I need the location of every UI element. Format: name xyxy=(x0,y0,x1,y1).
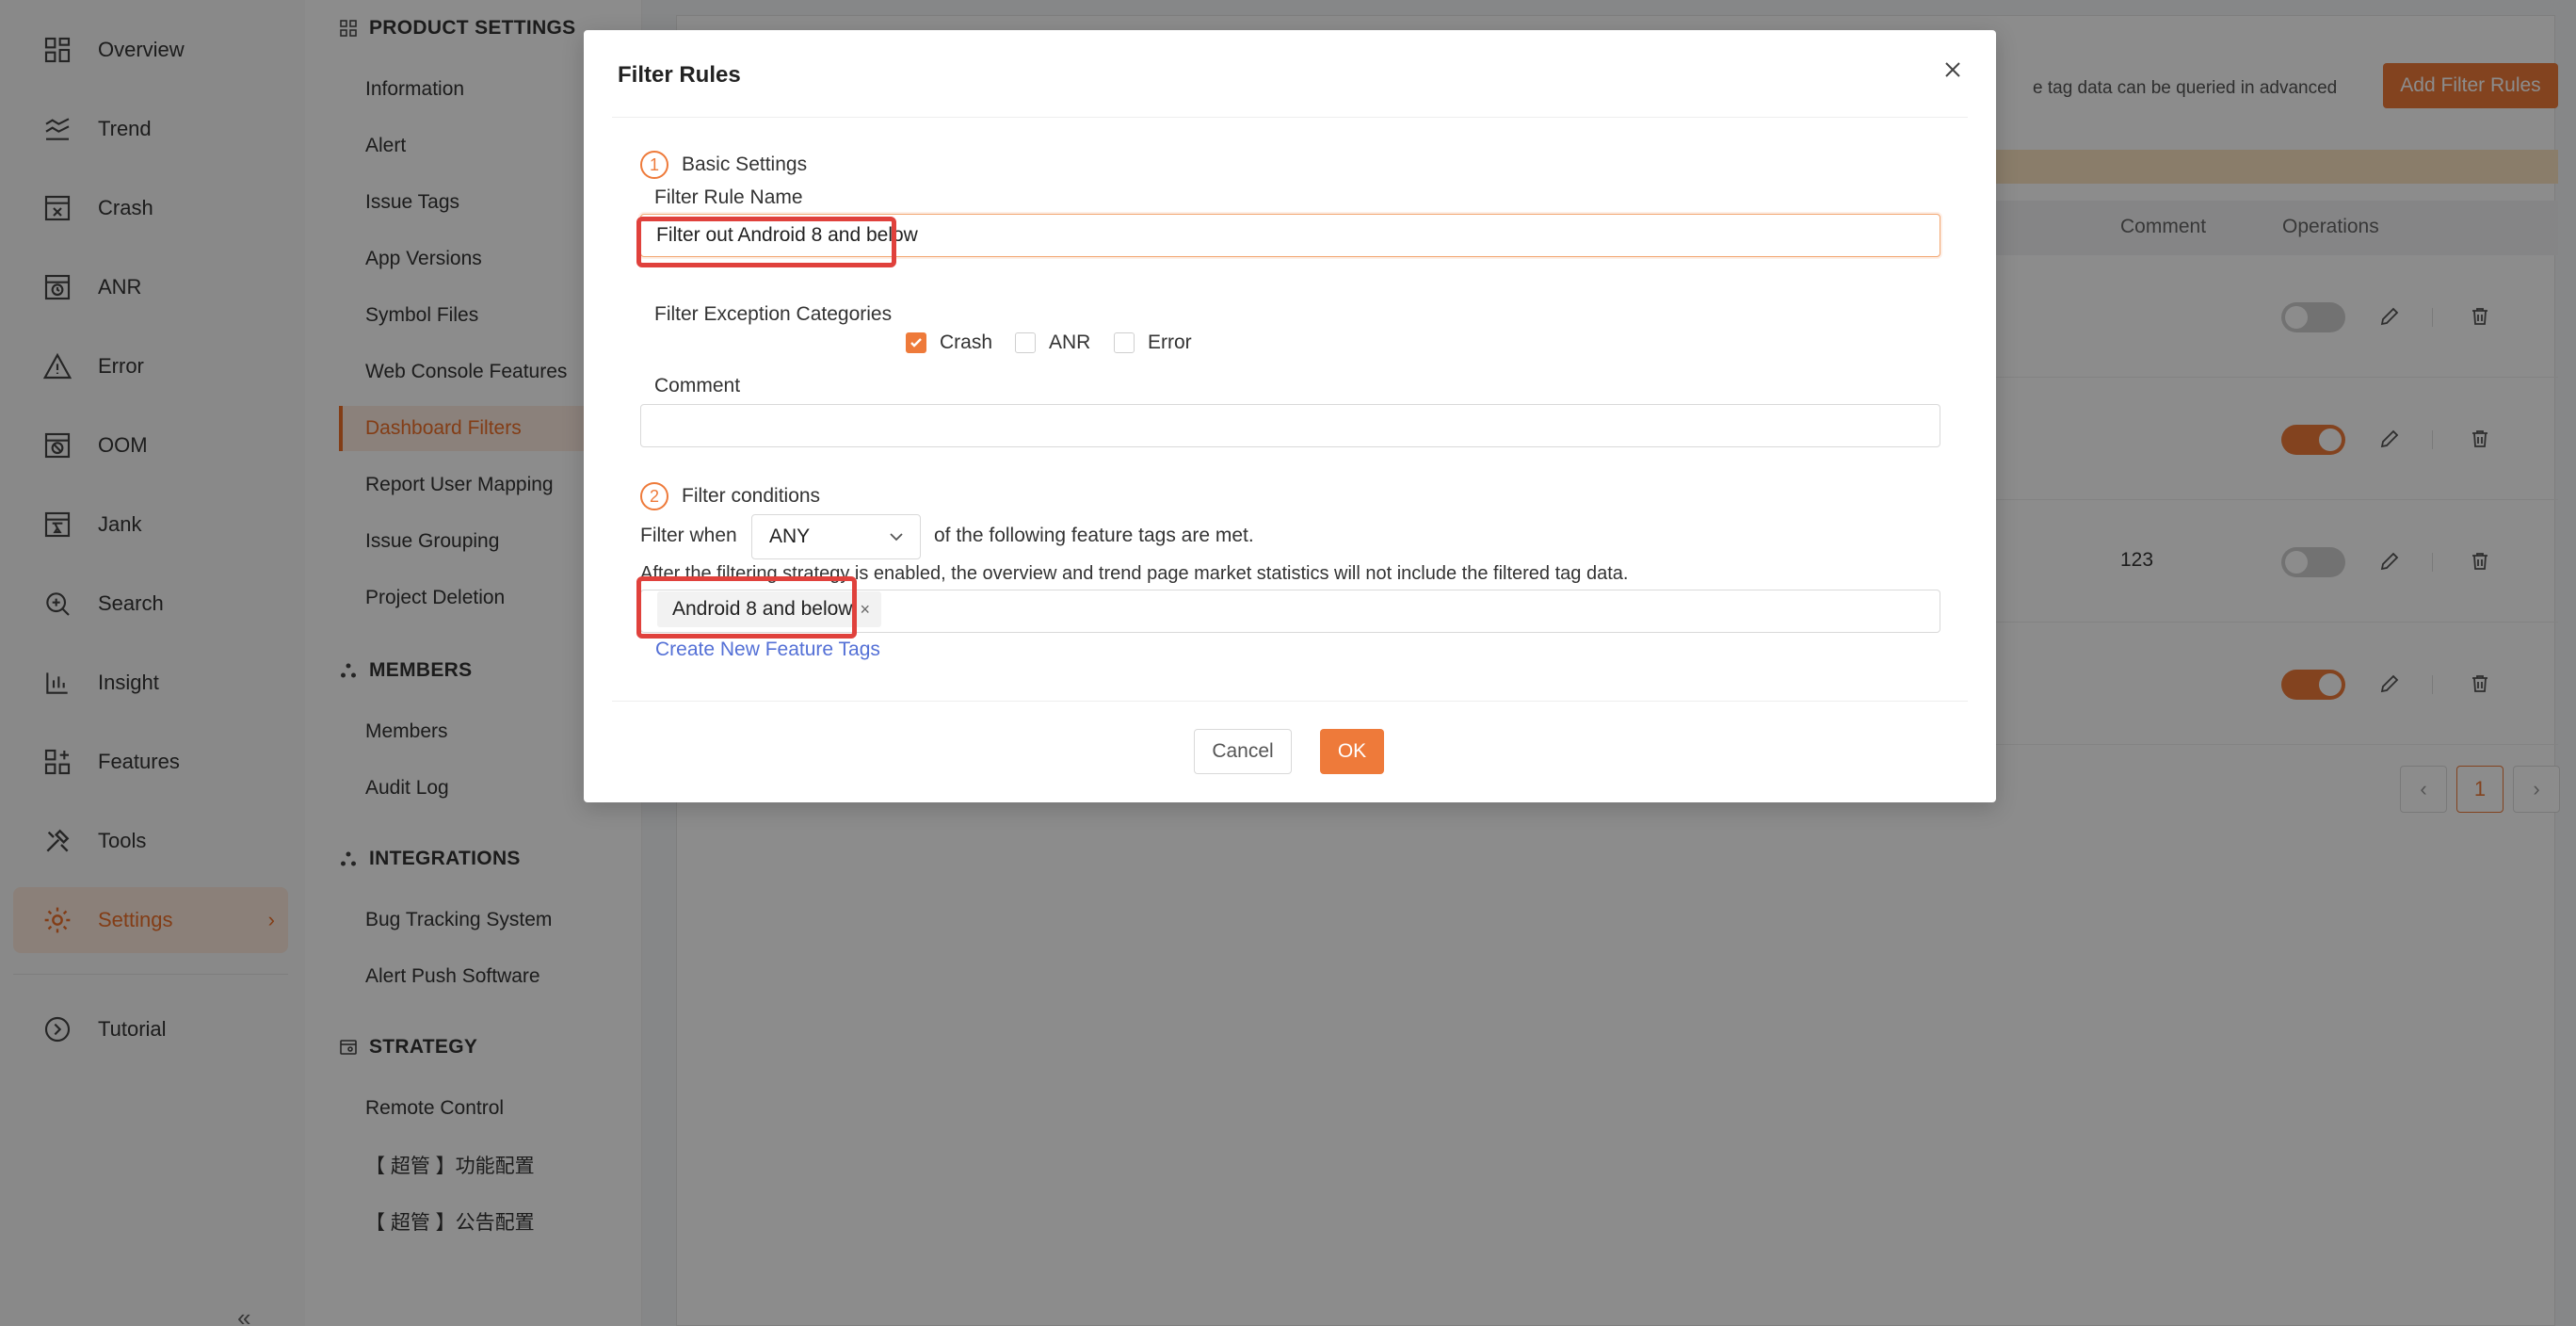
step-filter-conditions: 2 Filter conditions xyxy=(640,482,820,510)
categories-label: Filter Exception Categories xyxy=(654,303,893,325)
checkbox-error[interactable]: Error xyxy=(1114,332,1192,354)
cancel-button[interactable]: Cancel xyxy=(1194,729,1292,774)
step-number: 1 xyxy=(640,151,668,179)
select-value: ANY xyxy=(769,526,811,547)
step-basic-settings: 1 Basic Settings xyxy=(640,151,807,179)
checkbox-checked-icon[interactable] xyxy=(906,332,926,353)
comment-label: Comment xyxy=(654,375,741,396)
checkbox-label: Crash xyxy=(940,332,993,353)
ok-button[interactable]: OK xyxy=(1320,729,1384,774)
checkbox-label: Error xyxy=(1148,332,1192,353)
checkbox-crash[interactable]: Crash xyxy=(906,332,992,354)
highlight-box xyxy=(636,576,857,639)
rule-name-label: Filter Rule Name xyxy=(654,186,803,208)
filter-when-label: Filter when xyxy=(640,525,737,546)
create-feature-tags-link[interactable]: Create New Feature Tags xyxy=(655,639,880,661)
filter-when-suffix: of the following feature tags are met. xyxy=(934,525,1254,546)
checkbox-box[interactable] xyxy=(1114,332,1135,353)
comment-input[interactable] xyxy=(640,404,1940,447)
modal-divider xyxy=(612,117,1968,118)
close-icon[interactable] xyxy=(1934,51,1972,89)
chevron-down-icon xyxy=(888,528,905,545)
step-title: Filter conditions xyxy=(682,485,821,507)
highlight-box xyxy=(636,217,896,267)
step-number: 2 xyxy=(640,482,668,510)
modal-title: Filter Rules xyxy=(618,62,741,88)
checkbox-box[interactable] xyxy=(1015,332,1036,353)
step-title: Basic Settings xyxy=(682,154,808,175)
checkbox-anr[interactable]: ANR xyxy=(1015,332,1090,354)
remove-tag-icon[interactable]: × xyxy=(860,600,870,620)
checkbox-label: ANR xyxy=(1049,332,1091,353)
filter-when-select[interactable]: ANY xyxy=(751,514,921,559)
modal-divider xyxy=(612,701,1968,702)
filter-rules-modal: Filter Rules 1 Basic Settings Filter Rul… xyxy=(584,30,1996,802)
